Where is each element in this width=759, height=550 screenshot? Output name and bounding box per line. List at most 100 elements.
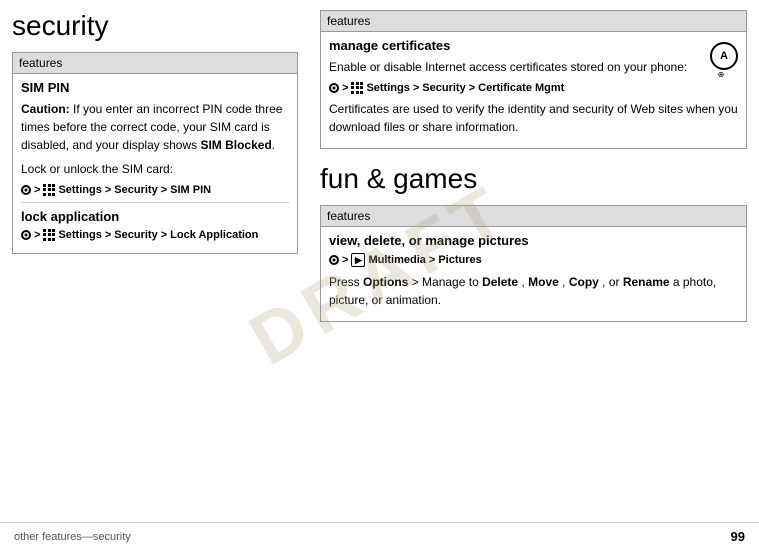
fun-games-title: fun & games xyxy=(320,163,747,195)
grid-icon-3 xyxy=(351,82,363,94)
right-features-body-bottom: view, delete, or manage pictures > ▶ Mul… xyxy=(321,227,746,321)
grid-dot xyxy=(48,193,51,196)
comma-2: , xyxy=(562,275,569,289)
chevron-10: > xyxy=(342,254,348,266)
options-bold: Options xyxy=(363,275,408,289)
grid-dot xyxy=(48,238,51,241)
footer: other features—security 99 xyxy=(0,522,759,550)
grid-icon-1 xyxy=(43,184,55,196)
pictures-nav-path: > ▶ Multimedia > Pictures xyxy=(329,253,738,267)
security-label-1: Security xyxy=(114,184,157,196)
chevron-11: > xyxy=(429,254,435,266)
settings-label-1: Settings xyxy=(58,184,101,196)
chevron-1: > xyxy=(34,184,40,196)
settings-label-2: Settings xyxy=(58,229,101,241)
grid-dot xyxy=(52,184,55,187)
left-features-body: SIM PIN Caution: If you enter an incorre… xyxy=(13,74,297,253)
grid-dot xyxy=(43,238,46,241)
grid-dot xyxy=(48,233,51,236)
sim-blocked-label: SIM Blocked xyxy=(200,138,271,152)
grid-dot xyxy=(43,188,46,191)
cert-icon-label: A xyxy=(720,50,728,62)
right-features-box-top: features A ⊕ manage certificates Enable … xyxy=(320,10,747,149)
grid-dot xyxy=(360,86,363,89)
cert-nav-label: Certificate Mgmt xyxy=(478,82,564,94)
grid-dot xyxy=(43,233,46,236)
bullet-icon-3 xyxy=(329,83,339,93)
grid-dot xyxy=(52,233,55,236)
right-features-box-bottom: features view, delete, or manage picture… xyxy=(320,205,747,322)
grid-dot xyxy=(360,82,363,85)
security-label-2: Security xyxy=(114,229,157,241)
manage-cert-title: manage certificates xyxy=(329,38,738,53)
left-features-box: features SIM PIN Caution: If you enter a… xyxy=(12,52,298,254)
right-column: features A ⊕ manage certificates Enable … xyxy=(310,0,759,550)
sim-pin-caution: Caution: If you enter an incorrect PIN c… xyxy=(21,100,289,154)
right-features-body-top: A ⊕ manage certificates Enable or disabl… xyxy=(321,32,746,148)
press-text: Press xyxy=(329,275,363,289)
lock-app-nav-path: > Settings > Security xyxy=(21,229,289,241)
pictures-nav-label: Pictures xyxy=(438,254,481,266)
grid-icon-2 xyxy=(43,229,55,241)
right-features-header-bottom: features xyxy=(321,206,746,227)
lock-app-title: lock application xyxy=(21,209,289,224)
grid-dot xyxy=(356,91,359,94)
multimedia-label: Multimedia xyxy=(368,254,425,266)
grid-dot xyxy=(52,193,55,196)
sim-pin-nav-label: SIM PIN xyxy=(170,184,211,196)
chevron-4: > xyxy=(34,229,40,241)
or-text: , or xyxy=(602,275,623,289)
move-bold: Move xyxy=(528,275,559,289)
divider-1 xyxy=(21,202,289,203)
grid-dot xyxy=(351,82,354,85)
footer-text: other features—security xyxy=(14,531,131,543)
rename-bold: Rename xyxy=(623,275,670,289)
security-label-3: Security xyxy=(422,82,465,94)
manage-text: > Manage to xyxy=(412,275,482,289)
lock-unlock-text: Lock or unlock the SIM card: xyxy=(21,160,289,178)
chevron-6: > xyxy=(161,229,167,241)
page-title: security xyxy=(12,10,298,42)
chevron-9: > xyxy=(469,82,475,94)
sim-pin-nav-path: > Settings > Security xyxy=(21,184,289,196)
grid-dot xyxy=(48,229,51,232)
grid-dot xyxy=(351,86,354,89)
grid-dot xyxy=(360,91,363,94)
bullet-icon-4 xyxy=(329,255,339,265)
chevron-3: > xyxy=(161,184,167,196)
grid-dot xyxy=(43,184,46,187)
delete-bold: Delete xyxy=(482,275,518,289)
grid-dot xyxy=(43,229,46,232)
lock-app-nav-label: Lock Application xyxy=(170,229,258,241)
chevron-2: > xyxy=(105,184,111,196)
cert-icon-container: A ⊕ xyxy=(704,40,738,79)
cert-icon: A xyxy=(710,42,738,70)
grid-dot xyxy=(52,238,55,241)
cert-desc-1: Enable or disable Internet access certif… xyxy=(329,58,738,76)
grid-dot xyxy=(48,184,51,187)
grid-dot xyxy=(351,91,354,94)
pictures-title: view, delete, or manage pictures xyxy=(329,233,738,248)
sim-pin-title: SIM PIN xyxy=(21,80,289,95)
grid-dot xyxy=(43,193,46,196)
grid-dot xyxy=(356,86,359,89)
grid-dot xyxy=(52,229,55,232)
cert-nav-path: > Settings > Security xyxy=(329,82,738,94)
bullet-icon xyxy=(21,185,31,195)
left-features-header: features xyxy=(13,53,297,74)
sim-blocked-period: . xyxy=(272,138,275,152)
cert-desc-2: Certificates are used to verify the iden… xyxy=(329,100,738,136)
settings-label-3: Settings xyxy=(366,82,409,94)
pictures-description: Press Options > Manage to Delete , Move … xyxy=(329,273,738,309)
chevron-8: > xyxy=(413,82,419,94)
grid-dot xyxy=(52,188,55,191)
page-number: 99 xyxy=(731,529,745,544)
page: DRAFT security features SIM PIN Caution:… xyxy=(0,0,759,550)
bullet-icon-2 xyxy=(21,230,31,240)
left-column: security features SIM PIN Caution: If yo… xyxy=(0,0,310,550)
chevron-5: > xyxy=(105,229,111,241)
caution-label: Caution: xyxy=(21,102,70,116)
multimedia-icon: ▶ xyxy=(351,253,365,267)
copy-bold: Copy xyxy=(569,275,599,289)
grid-dot xyxy=(356,82,359,85)
